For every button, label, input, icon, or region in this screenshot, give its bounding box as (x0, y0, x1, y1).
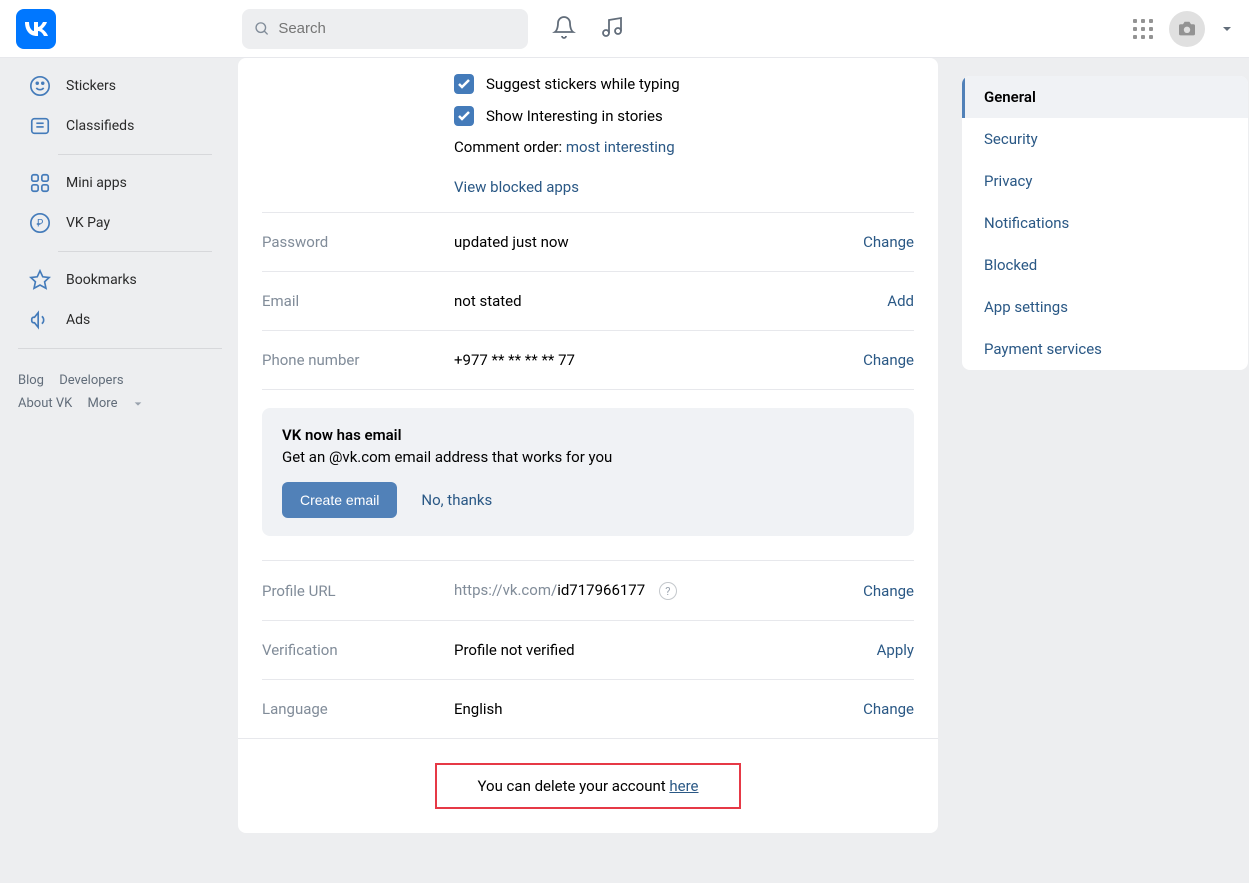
profile-url-change-link[interactable]: Change (863, 582, 914, 600)
checkbox-label: Show Interesting in stories (486, 107, 663, 125)
sidebar-item-classifieds[interactable]: Classifieds (18, 106, 212, 146)
profile-url-prefix: https://vk.com/ (454, 581, 557, 599)
search-box[interactable] (242, 9, 528, 49)
footer-more[interactable]: More (88, 396, 143, 411)
delete-account-highlight: You can delete your account here (435, 763, 740, 809)
verification-label: Verification (262, 641, 454, 659)
sidebar-item-label: Bookmarks (66, 272, 137, 288)
no-thanks-button[interactable]: No, thanks (421, 491, 492, 509)
apps-grid-icon[interactable] (1133, 19, 1153, 39)
password-label: Password (262, 233, 454, 251)
miniapps-icon (28, 171, 52, 195)
verification-apply-link[interactable]: Apply (877, 641, 914, 659)
footer-blog[interactable]: Blog (18, 373, 44, 388)
sidebar-item-stickers[interactable]: Stickers (18, 66, 212, 106)
language-change-link[interactable]: Change (863, 700, 914, 718)
email-value: not stated (454, 292, 887, 310)
chevron-down-icon[interactable] (1221, 23, 1233, 35)
settings-tab-privacy[interactable]: Privacy (962, 160, 1248, 202)
comment-order-label: Comment order: (454, 138, 566, 156)
smile-icon (28, 74, 52, 98)
settings-nav: General Security Privacy Notifications B… (962, 76, 1248, 370)
settings-tab-payment[interactable]: Payment services (962, 328, 1248, 370)
settings-tab-notifications[interactable]: Notifications (962, 202, 1248, 244)
password-value: updated just now (454, 233, 863, 251)
create-email-button[interactable]: Create email (282, 482, 397, 518)
email-add-link[interactable]: Add (887, 292, 914, 310)
search-icon (254, 20, 270, 38)
music-icon[interactable] (600, 15, 624, 43)
vkpay-icon: ₽ (28, 211, 52, 235)
sidebar-item-label: Ads (66, 312, 90, 328)
language-value: English (454, 700, 863, 718)
sidebar-item-ads[interactable]: Ads (18, 300, 212, 340)
password-change-link[interactable]: Change (863, 233, 914, 251)
footer-about[interactable]: About VK (18, 396, 72, 411)
sidebar-item-miniapps[interactable]: Mini apps (18, 163, 212, 203)
sidebar-item-label: Stickers (66, 78, 116, 94)
promo-desc: Get an @vk.com email address that works … (282, 448, 894, 466)
settings-tab-appsettings[interactable]: App settings (962, 286, 1248, 328)
language-label: Language (262, 700, 454, 718)
settings-tab-blocked[interactable]: Blocked (962, 244, 1248, 286)
email-label: Email (262, 292, 454, 310)
verification-value: Profile not verified (454, 641, 877, 659)
delete-account-link[interactable]: here (669, 777, 698, 795)
star-icon (28, 268, 52, 292)
sidebar-item-vkpay[interactable]: ₽ VK Pay (18, 203, 212, 243)
email-promo-box: VK now has email Get an @vk.com email ad… (262, 408, 914, 536)
notifications-icon[interactable] (552, 15, 576, 43)
checkbox-suggest-stickers[interactable] (454, 74, 474, 94)
megaphone-icon (28, 308, 52, 332)
footer-developers[interactable]: Developers (59, 373, 123, 388)
profile-url-id: id717966177 (557, 581, 645, 599)
vk-logo[interactable] (16, 9, 56, 49)
phone-value: +977 ** ** ** ** 77 (454, 351, 863, 369)
checkbox-label: Suggest stickers while typing (486, 75, 680, 93)
camera-icon (1177, 21, 1197, 37)
checkbox-show-interesting[interactable] (454, 106, 474, 126)
phone-change-link[interactable]: Change (863, 351, 914, 369)
avatar[interactable] (1169, 11, 1205, 47)
phone-label: Phone number (262, 351, 454, 369)
sidebar-item-label: Mini apps (66, 175, 127, 191)
settings-tab-general[interactable]: General (962, 76, 1248, 118)
help-icon[interactable]: ? (659, 582, 677, 600)
promo-title: VK now has email (282, 426, 894, 444)
svg-text:₽: ₽ (37, 219, 44, 230)
settings-tab-security[interactable]: Security (962, 118, 1248, 160)
sidebar-item-label: Classifieds (66, 118, 134, 134)
sidebar-item-bookmarks[interactable]: Bookmarks (18, 260, 212, 300)
classifieds-icon (28, 114, 52, 138)
search-input[interactable] (278, 20, 516, 37)
view-blocked-apps-link[interactable]: View blocked apps (454, 178, 579, 196)
sidebar-item-label: VK Pay (66, 215, 110, 231)
comment-order-value[interactable]: most interesting (566, 138, 675, 156)
delete-account-text: You can delete your account (477, 777, 669, 795)
profile-url-label: Profile URL (262, 582, 454, 600)
